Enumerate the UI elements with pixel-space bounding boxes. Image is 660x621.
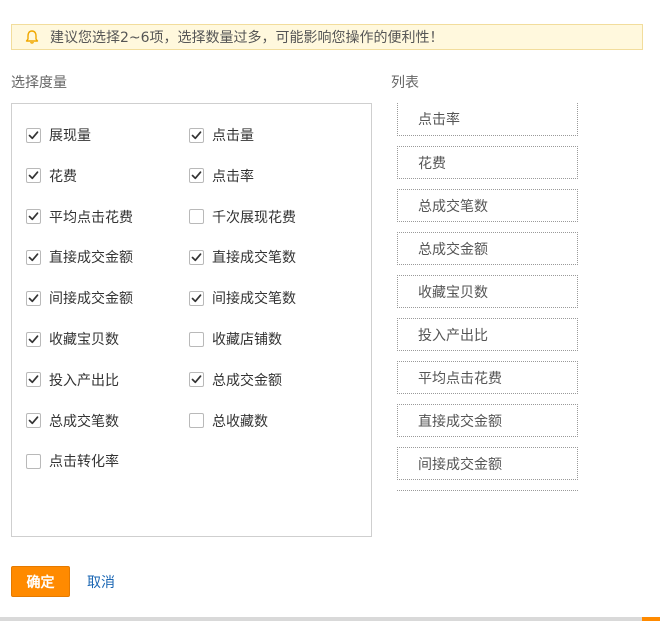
checkmark-icon: [28, 334, 39, 343]
metrics-panel: 展现量 花费 平均点击花费 直接成交金额 间接成交金额 收藏宝贝数 投入产出比 总成交笔数 点击…: [11, 103, 372, 537]
metric-option[interactable]: 点击转化率: [26, 450, 119, 472]
checkbox-checked[interactable]: [189, 168, 204, 184]
checkbox-checked[interactable]: [26, 413, 41, 429]
checkmark-icon: [191, 130, 202, 139]
metric-label: 总成交笔数: [49, 413, 119, 430]
checkbox-checked[interactable]: [26, 290, 41, 306]
metric-option[interactable]: 间接成交笔数: [189, 287, 296, 309]
checkbox-checked[interactable]: [26, 372, 41, 388]
list-item[interactable]: 平均点击花费: [397, 361, 578, 394]
list-item[interactable]: 总成交笔数: [397, 189, 578, 222]
notice-banner: 建议您选择2~6项，选择数量过多，可能影响您操作的便利性！: [11, 24, 643, 50]
metric-option[interactable]: 收藏宝贝数: [26, 328, 119, 350]
checkbox-unchecked[interactable]: [189, 331, 204, 347]
metric-option[interactable]: 总成交金额: [189, 369, 282, 391]
bottom-accent: [642, 617, 660, 621]
metric-option[interactable]: 千次展现花费: [189, 206, 296, 228]
list-item[interactable]: 总成交金额: [397, 232, 578, 265]
metric-label: 直接成交笔数: [212, 250, 296, 267]
metrics-section-title: 选择度量: [11, 75, 67, 91]
metric-option[interactable]: 直接成交笔数: [189, 246, 296, 268]
metric-option[interactable]: 平均点击花费: [26, 206, 133, 228]
metric-label: 花费: [49, 168, 77, 185]
metric-option[interactable]: 投入产出比: [26, 369, 119, 391]
checkmark-icon: [28, 253, 39, 262]
bottom-divider: [0, 617, 660, 621]
metric-label: 直接成交金额: [49, 250, 133, 267]
metric-label: 平均点击花费: [49, 209, 133, 226]
metric-option[interactable]: 展现量: [26, 124, 91, 146]
checkbox-unchecked[interactable]: [26, 453, 41, 469]
list-section-title: 列表: [391, 75, 419, 91]
metric-label: 展现量: [49, 128, 91, 144]
metric-label: 点击转化率: [49, 454, 119, 471]
list-end-slot: [397, 490, 578, 491]
checkmark-icon: [28, 294, 39, 302]
metric-label: 间接成交金额: [49, 291, 133, 308]
checkmark-icon: [28, 375, 39, 384]
metric-label: 间接成交笔数: [212, 291, 296, 308]
metric-option[interactable]: 总收藏数: [189, 410, 268, 432]
checkbox-checked[interactable]: [189, 249, 204, 265]
metric-option[interactable]: 点击量: [189, 124, 254, 146]
checkbox-checked[interactable]: [189, 127, 204, 143]
checkmark-icon: [28, 130, 39, 139]
checkbox-checked[interactable]: [189, 290, 204, 306]
checkmark-icon: [28, 212, 39, 221]
metric-label: 点击率: [212, 168, 254, 185]
metric-option[interactable]: 点击率: [189, 165, 254, 187]
checkbox-checked[interactable]: [26, 331, 41, 347]
metric-label: 收藏宝贝数: [49, 332, 119, 348]
checkmark-icon: [191, 375, 202, 384]
checkmark-icon: [191, 253, 202, 262]
checkbox-unchecked[interactable]: [189, 413, 204, 429]
selected-metrics-list: 点击率花费总成交笔数总成交金额收藏宝贝数投入产出比平均点击花费 直接成交金额 间接成…: [397, 103, 578, 493]
notice-text: 建议您选择2~6项，选择数量过多，可能影响您操作的便利性！: [50, 30, 444, 46]
checkmark-icon: [191, 294, 202, 302]
metric-option[interactable]: 总成交笔数: [26, 410, 119, 432]
bell-icon: [20, 25, 44, 49]
list-item[interactable]: 间接成交金额: [397, 447, 578, 480]
list-item[interactable]: 点击率: [397, 103, 578, 136]
metric-label: 总收藏数: [212, 413, 268, 430]
list-item[interactable]: 花费: [397, 146, 578, 179]
checkbox-checked[interactable]: [26, 209, 41, 225]
checkbox-checked[interactable]: [189, 372, 204, 388]
list-item[interactable]: 收藏宝贝数: [397, 275, 578, 308]
checkbox-checked[interactable]: [26, 127, 41, 143]
checkmark-icon: [28, 416, 39, 425]
list-item[interactable]: 直接成交金额: [397, 404, 578, 437]
checkmark-icon: [191, 171, 202, 180]
checkbox-checked[interactable]: [26, 249, 41, 265]
metric-label: 千次展现花费: [212, 209, 296, 226]
confirm-button[interactable]: 确定: [11, 566, 70, 597]
list-item[interactable]: 投入产出比: [397, 318, 578, 351]
checkbox-checked[interactable]: [26, 168, 41, 184]
metric-option[interactable]: 花费: [26, 165, 77, 187]
metric-label: 点击量: [212, 128, 254, 144]
metric-label: 收藏店铺数: [212, 332, 282, 348]
checkmark-icon: [28, 171, 39, 180]
metric-label: 投入产出比: [49, 372, 119, 389]
cancel-button[interactable]: 取消: [87, 572, 115, 592]
metric-label: 总成交金额: [212, 372, 282, 389]
checkbox-unchecked[interactable]: [189, 209, 204, 225]
metric-option[interactable]: 收藏店铺数: [189, 328, 282, 350]
metric-option[interactable]: 间接成交金额: [26, 287, 133, 309]
metric-option[interactable]: 直接成交金额: [26, 246, 133, 268]
